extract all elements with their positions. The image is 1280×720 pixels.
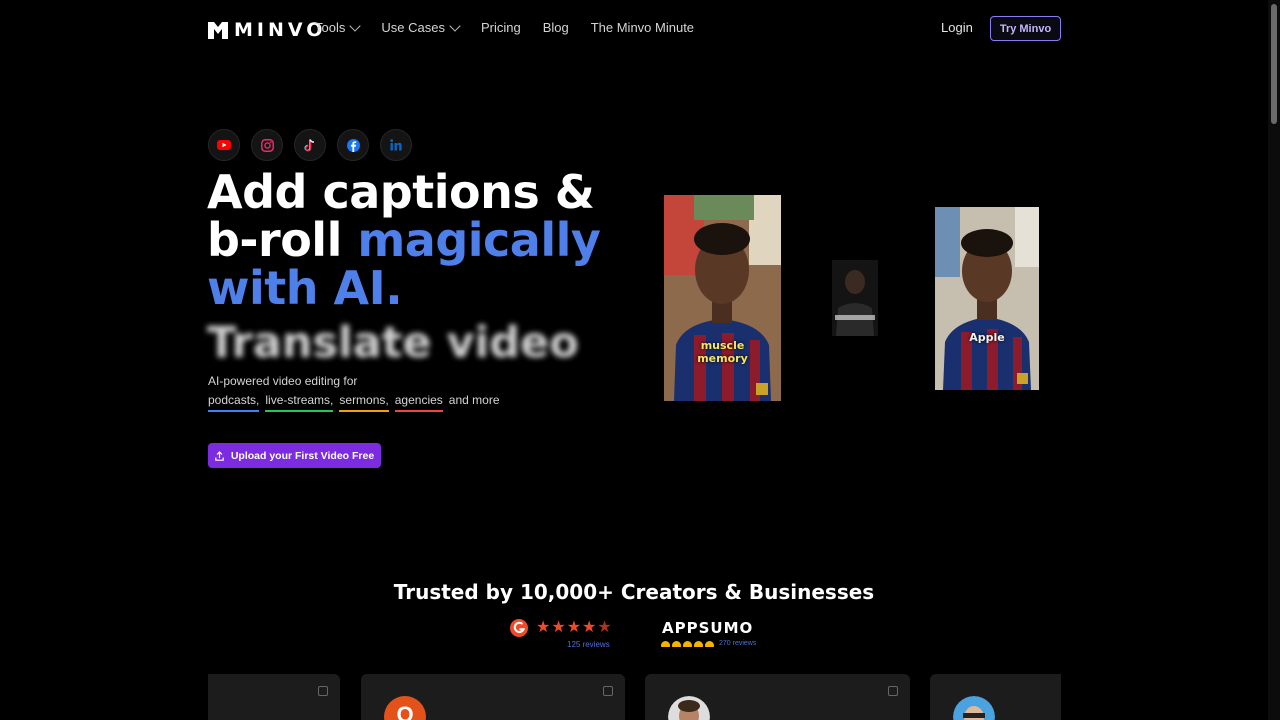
upload-button-label: Upload your First Video Free xyxy=(230,449,375,462)
headline-line-2-white: b-roll xyxy=(207,213,358,267)
star-icon: ★ xyxy=(566,619,582,636)
nav-blog[interactable]: Blog xyxy=(543,20,569,35)
avatar: O xyxy=(384,696,426,720)
video-1-caption-line-1: muscle xyxy=(700,339,745,352)
video-preview-3[interactable]: Apple xyxy=(935,207,1039,390)
taco-icon xyxy=(705,640,714,647)
tag-agencies[interactable]: agencies xyxy=(394,393,443,412)
tag-and-more: and more xyxy=(448,393,500,407)
taco-icon xyxy=(661,640,670,647)
nav-tools-label: Tools xyxy=(315,20,346,35)
nav-use-cases-label: Use Cases xyxy=(381,20,445,35)
external-link-icon[interactable] xyxy=(888,686,898,696)
hero-headline: Add captions & b-roll magically with AI. xyxy=(207,165,601,315)
tag-podcasts[interactable]: podcasts, xyxy=(208,393,260,412)
appsumo-logo[interactable]: APPSUMO xyxy=(662,619,753,637)
social-icons xyxy=(208,129,412,161)
youtube-icon[interactable] xyxy=(208,129,240,161)
try-minvo-button[interactable]: Try Minvo xyxy=(990,16,1061,41)
headline-line-1: Add captions & xyxy=(207,165,595,219)
video-preview-1[interactable]: muscle memory xyxy=(664,195,781,401)
appsumo-reviews-count[interactable]: 270 reviews xyxy=(719,640,756,647)
upload-icon xyxy=(215,450,224,461)
tag-sermons[interactable]: sermons, xyxy=(339,393,389,412)
taco-icon xyxy=(694,640,703,647)
headline-line-2-blue: magically xyxy=(357,213,601,267)
chevron-down-icon xyxy=(349,19,362,32)
external-link-icon[interactable] xyxy=(318,686,328,696)
headline-line-3: with AI. xyxy=(207,261,403,315)
star-icon: ★ xyxy=(582,619,597,636)
tag-live-streams[interactable]: live-streams, xyxy=(265,393,334,412)
hero-subtitle: AI-powered video editing for xyxy=(208,374,358,388)
minvo-logo[interactable]: MINVO xyxy=(208,19,326,41)
appsumo-tacos: 270 reviews xyxy=(661,640,756,647)
video-preview-2[interactable] xyxy=(832,260,878,336)
g2-logo-icon[interactable] xyxy=(510,619,528,637)
taco-icon xyxy=(683,640,692,647)
video-thumbnail-1 xyxy=(664,195,781,401)
linkedin-icon[interactable] xyxy=(380,129,412,161)
external-link-icon[interactable] xyxy=(603,686,613,696)
scrollbar-thumb[interactable] xyxy=(1271,4,1277,124)
review-card[interactable] xyxy=(208,674,340,720)
nav-links: Tools Use Cases Pricing Blog The Minvo M… xyxy=(315,19,694,35)
facebook-icon[interactable] xyxy=(337,129,369,161)
video-thumbnail-3 xyxy=(935,207,1039,390)
logo-mark-icon xyxy=(208,21,228,39)
login-link[interactable]: Login xyxy=(941,20,973,35)
g2-stars: ★ ★ ★ ★ ★ xyxy=(536,620,612,636)
chevron-down-icon xyxy=(449,19,461,32)
taco-icon xyxy=(672,640,681,647)
half-star-icon: ★ xyxy=(597,619,612,636)
review-card[interactable] xyxy=(645,674,910,720)
tiktok-icon[interactable] xyxy=(294,129,326,161)
page-scrollbar[interactable] xyxy=(1268,0,1280,720)
nav-pricing[interactable]: Pricing xyxy=(481,20,521,35)
star-icon: ★ xyxy=(551,619,566,636)
video-1-caption: muscle memory xyxy=(664,339,781,365)
instagram-icon[interactable] xyxy=(251,129,283,161)
video-1-caption-line-2: memory xyxy=(697,352,748,365)
star-icon: ★ xyxy=(536,619,551,636)
video-3-caption: Apple xyxy=(969,331,1005,344)
brand-name: MINVO xyxy=(234,19,327,41)
g2-reviews-count[interactable]: 125 reviews xyxy=(567,640,610,649)
nav-use-cases[interactable]: Use Cases xyxy=(381,19,461,35)
headline-line-2: b-roll magically xyxy=(207,213,601,267)
video-thumbnail-2 xyxy=(832,260,878,336)
use-case-tags: podcasts, live-streams, sermons, agencie… xyxy=(208,393,500,412)
review-card[interactable]: O xyxy=(361,674,625,720)
upload-first-video-button[interactable]: Upload your First Video Free xyxy=(208,443,381,468)
review-card[interactable] xyxy=(930,674,1061,720)
nav-tools[interactable]: Tools xyxy=(315,19,362,35)
avatar xyxy=(668,696,710,720)
trusted-heading: Trusted by 10,000+ Creators & Businesses xyxy=(393,580,875,604)
rotating-headline: Translate video xyxy=(207,318,579,368)
top-nav: MINVO Tools Use Cases Pricing Blog The M… xyxy=(0,0,1268,57)
avatar xyxy=(953,696,995,720)
nav-minvo-minute[interactable]: The Minvo Minute xyxy=(591,20,694,35)
